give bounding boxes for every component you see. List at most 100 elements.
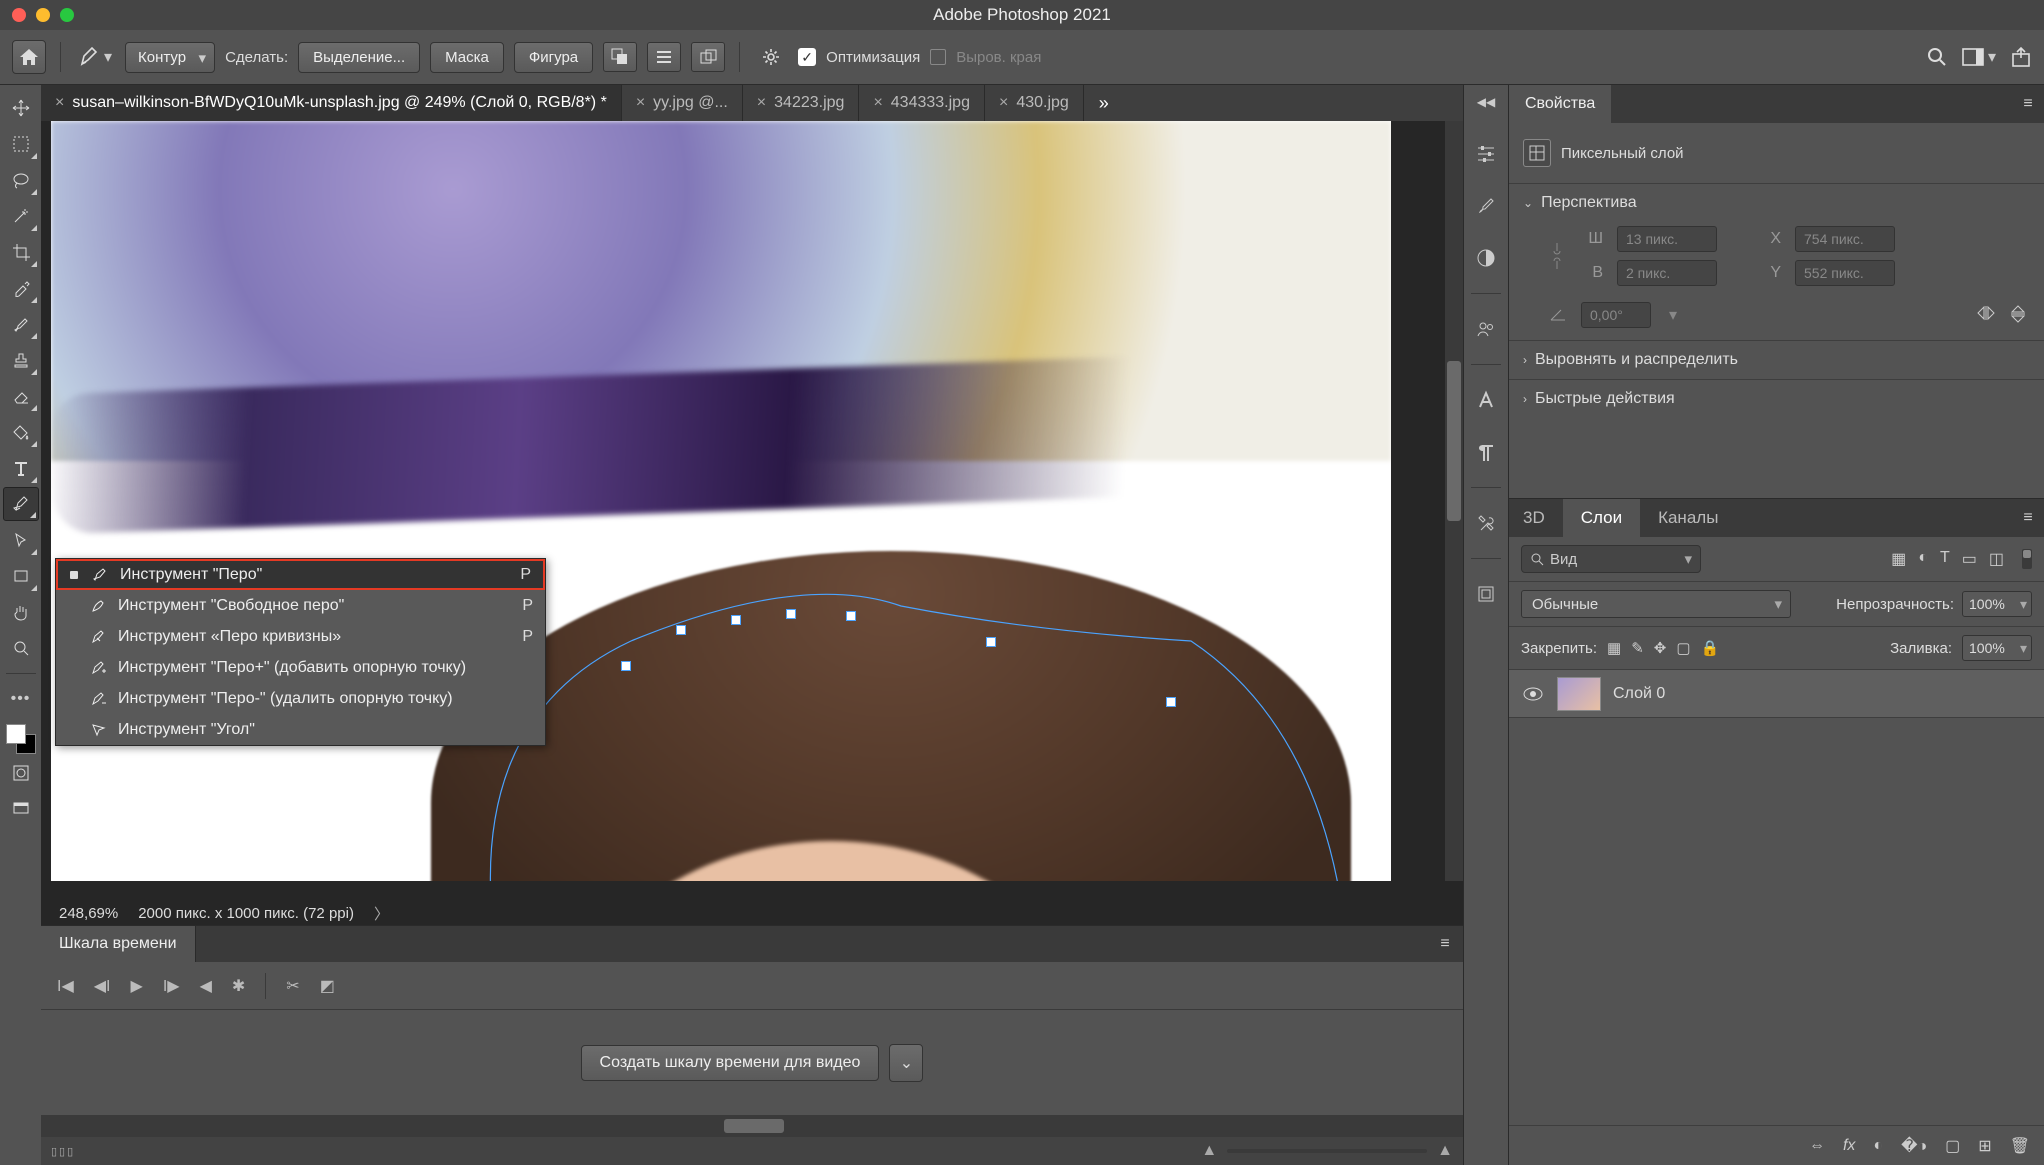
- height-field[interactable]: 2 пикс.: [1617, 260, 1717, 286]
- mask-icon[interactable]: ◐: [1873, 1137, 1883, 1155]
- flyout-item-freeform-pen[interactable]: Инструмент "Свободное перо" P: [56, 590, 545, 621]
- workspace-switcher[interactable]: ▾: [1962, 47, 1996, 67]
- visibility-toggle[interactable]: [1523, 687, 1545, 701]
- stamp-tool[interactable]: [3, 343, 39, 377]
- layer-thumbnail[interactable]: [1557, 677, 1601, 711]
- create-timeline-dropdown[interactable]: ⌄: [889, 1044, 923, 1082]
- fill-field[interactable]: 100%: [1962, 635, 2032, 661]
- zoom-slider[interactable]: [1227, 1149, 1427, 1153]
- flyout-item-curvature-pen[interactable]: Инструмент «Перо кривизны» P: [56, 621, 545, 652]
- collapse-handle[interactable]: ◀◀: [1464, 95, 1508, 113]
- zoom-in-icon[interactable]: ▲: [1437, 1142, 1453, 1160]
- lock-paint-icon[interactable]: ✎: [1631, 639, 1644, 657]
- fx-icon[interactable]: fx: [1843, 1137, 1855, 1155]
- new-layer-icon[interactable]: ⊞: [1978, 1136, 1991, 1156]
- flyout-item-add-anchor[interactable]: Инструмент "Перо+" (добавить опорную точ…: [56, 652, 545, 683]
- share-icon[interactable]: [2010, 46, 2032, 68]
- libraries-panel-icon[interactable]: [1468, 312, 1504, 346]
- search-icon[interactable]: [1926, 46, 1948, 68]
- chevron-right-icon[interactable]: 〉: [374, 903, 389, 924]
- filter-toggle[interactable]: [2022, 549, 2032, 569]
- layer-name[interactable]: Слой 0: [1613, 685, 1665, 703]
- color-panel-icon[interactable]: [1468, 137, 1504, 171]
- delete-icon[interactable]: 🗑: [2010, 1136, 2030, 1156]
- path-ops-icon[interactable]: [603, 42, 637, 72]
- align-edges-checkbox[interactable]: [930, 49, 946, 65]
- character-panel-icon[interactable]: [1468, 383, 1504, 417]
- tab-layers[interactable]: Слои: [1563, 499, 1640, 537]
- adjustment-icon[interactable]: �◑: [1901, 1136, 1927, 1156]
- close-icon[interactable]: ×: [873, 94, 882, 112]
- y-field[interactable]: 552 пикс.: [1795, 260, 1895, 286]
- filter-shape-icon[interactable]: ▭: [1962, 549, 1977, 569]
- close-icon[interactable]: ×: [636, 94, 645, 112]
- width-field[interactable]: 13 пикс.: [1617, 226, 1717, 252]
- path-anchor[interactable]: [986, 637, 996, 647]
- play-button[interactable]: ▶: [131, 976, 143, 996]
- tab-3d[interactable]: 3D: [1509, 499, 1563, 537]
- tool-mode-select[interactable]: Контур: [125, 42, 215, 73]
- scrollbar-thumb[interactable]: [724, 1119, 784, 1133]
- history-panel-icon[interactable]: [1468, 506, 1504, 540]
- flyout-item-convert-point[interactable]: Инструмент "Угол": [56, 714, 545, 745]
- canvas[interactable]: [51, 121, 1391, 881]
- document-tab[interactable]: ×430.jpg: [985, 85, 1084, 121]
- zoom-tool[interactable]: [3, 631, 39, 665]
- marquee-tool[interactable]: [3, 127, 39, 161]
- path-arrange-icon[interactable]: [691, 42, 725, 72]
- zoom-level[interactable]: 248,69%: [59, 905, 118, 922]
- group-icon[interactable]: ▢: [1945, 1136, 1960, 1156]
- edit-toolbar-button[interactable]: •••: [3, 682, 39, 716]
- filter-adjust-icon[interactable]: ◐: [1918, 549, 1928, 569]
- close-icon[interactable]: ×: [999, 94, 1008, 112]
- document-tab[interactable]: ×susan–wilkinson-BfWDyQ10uMk-unsplash.jp…: [41, 85, 622, 121]
- quick-select-tool[interactable]: [3, 199, 39, 233]
- path-anchor[interactable]: [846, 611, 856, 621]
- color-swatches[interactable]: [6, 724, 36, 754]
- angle-field[interactable]: 0,00°: [1581, 302, 1651, 328]
- hand-tool[interactable]: [3, 595, 39, 629]
- shape-tool[interactable]: [3, 559, 39, 593]
- path-anchor[interactable]: [731, 615, 741, 625]
- go-start-button[interactable]: I◀: [57, 976, 74, 996]
- lock-all-icon[interactable]: 🔒: [1701, 639, 1720, 657]
- crop-tool[interactable]: [3, 235, 39, 269]
- chevron-down-icon[interactable]: ▾: [1669, 305, 1677, 325]
- link-icon[interactable]: [1549, 241, 1565, 271]
- rubber-band-checkbox[interactable]: ✓: [798, 48, 816, 66]
- close-icon[interactable]: ×: [757, 94, 766, 112]
- make-shape-button[interactable]: Фигура: [514, 42, 593, 73]
- make-mask-button[interactable]: Маска: [430, 42, 504, 73]
- eraser-tool[interactable]: [3, 379, 39, 413]
- panel-menu-button[interactable]: ≡: [1427, 926, 1463, 962]
- quick-mask-button[interactable]: [3, 756, 39, 790]
- lock-pixels-icon[interactable]: ▦: [1607, 639, 1621, 657]
- blend-mode-select[interactable]: Обычные: [1521, 590, 1791, 618]
- panel-menu-button[interactable]: ≡: [2012, 85, 2044, 123]
- eyedropper-tool[interactable]: [3, 271, 39, 305]
- path-anchor[interactable]: [621, 661, 631, 671]
- path-anchor[interactable]: [1166, 697, 1176, 707]
- move-tool[interactable]: [3, 91, 39, 125]
- prev-frame-button[interactable]: ◀I: [94, 976, 111, 996]
- quick-actions-header[interactable]: ›Быстрые действия: [1509, 379, 2044, 418]
- filter-type-icon[interactable]: T: [1940, 549, 1950, 569]
- pen-tool[interactable]: [3, 487, 39, 521]
- flip-h-icon[interactable]: [1976, 305, 1996, 321]
- mute-button[interactable]: ◀: [200, 976, 212, 996]
- settings-button[interactable]: ✱: [232, 976, 245, 996]
- zoom-out-icon[interactable]: ▲: [1201, 1142, 1217, 1160]
- adjustments-panel-icon[interactable]: [1468, 241, 1504, 275]
- link-layers-icon[interactable]: ⇔: [1809, 1137, 1825, 1155]
- make-selection-button[interactable]: Выделение...: [298, 42, 420, 73]
- home-button[interactable]: [12, 40, 46, 74]
- scrollbar-thumb[interactable]: [1447, 361, 1461, 521]
- properties-tab[interactable]: Свойства: [1509, 85, 1611, 123]
- document-tab[interactable]: ×yy.jpg @...: [622, 85, 743, 121]
- x-field[interactable]: 754 пикс.: [1795, 226, 1895, 252]
- transform-section-header[interactable]: ⌄Перспектива: [1509, 183, 2044, 222]
- lock-position-icon[interactable]: ✥: [1654, 639, 1667, 657]
- flip-v-icon[interactable]: [2010, 305, 2026, 325]
- flyout-item-delete-anchor[interactable]: Инструмент "Перо-" (удалить опорную точк…: [56, 683, 545, 714]
- navigator-panel-icon[interactable]: [1468, 577, 1504, 611]
